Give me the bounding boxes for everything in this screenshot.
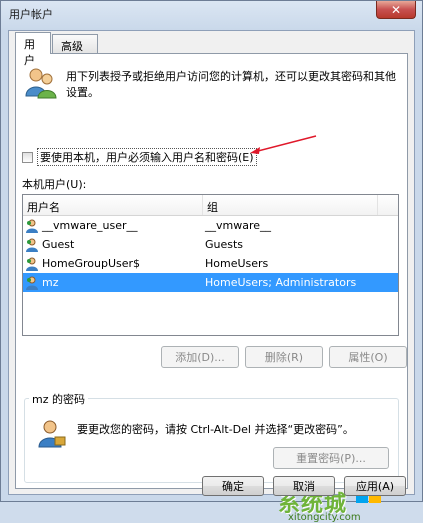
user-icon	[26, 219, 38, 233]
dialog-client: 用户 高级 用下列表授予或拒绝用户访问您的计算机，还可以更改其密码和其他设置。 …	[8, 30, 415, 523]
users-icon	[25, 68, 57, 99]
title-bar[interactable]: 用户帐户 ✕	[1, 1, 422, 25]
watermark-url: xitongcity.com	[288, 512, 361, 523]
cancel-button[interactable]: 取消	[273, 476, 335, 496]
username-cell: Guest	[42, 238, 75, 251]
require-login-checkbox-row[interactable]: 要使用本机，用户必须输入用户名和密码(E)	[22, 148, 257, 166]
table-row[interactable]: HomeGroupUser$ HomeUsers	[23, 254, 398, 273]
remove-user-button[interactable]: 删除(R)	[245, 346, 323, 368]
reset-password-button[interactable]: 重置密码(P)...	[273, 447, 389, 469]
tab-users[interactable]: 用户	[15, 32, 51, 67]
add-user-button[interactable]: 添加(D)...	[161, 346, 239, 368]
password-instructions: 要更改您的密码，请按 Ctrl-Alt-Del 并选择“更改密码”。	[77, 423, 354, 436]
users-list-header: 用户名 组	[23, 195, 398, 216]
table-row-selected[interactable]: mz HomeUsers; Administrators	[23, 273, 398, 292]
properties-button[interactable]: 属性(O)	[329, 346, 407, 368]
password-groupbox: mz 的密码 要更改您的密码，请按 Ctrl-Alt-Del 并选择“更改密码”…	[24, 391, 399, 483]
group-cell: __vmware__	[205, 219, 272, 232]
password-group-title: mz 的密码	[29, 391, 88, 407]
require-login-label[interactable]: 要使用本机，用户必须输入用户名和密码(E)	[37, 148, 257, 166]
table-row[interactable]: __vmware_user__ __vmware__	[23, 216, 398, 235]
user-accounts-window: 用户帐户 ✕ 用户 高级 用下列表授予或拒绝用户访问您的计算机，还可以更改其密码…	[0, 0, 423, 523]
local-users-label: 本机用户(U):	[22, 178, 87, 191]
user-icon	[26, 276, 38, 290]
group-cell: HomeUsers; Administrators	[205, 276, 357, 289]
intro-text: 用下列表授予或拒绝用户访问您的计算机，还可以更改其密码和其他设置。	[66, 70, 396, 99]
require-login-checkbox[interactable]	[22, 151, 33, 163]
red-arrow-annotation	[250, 135, 317, 154]
ok-button[interactable]: 确定	[202, 476, 264, 496]
group-cell: HomeUsers	[205, 257, 269, 270]
user-icon	[26, 257, 38, 271]
column-username[interactable]: 用户名	[23, 195, 203, 215]
user-icon	[26, 238, 38, 252]
users-tab-panel: 用下列表授予或拒绝用户访问您的计算机，还可以更改其密码和其他设置。 要使用本机，…	[15, 53, 408, 523]
column-group[interactable]: 组	[203, 195, 378, 215]
users-list[interactable]: 用户名 组 __vmware_user__ __vmware__ Guest G…	[22, 194, 399, 336]
close-icon: ✕	[390, 2, 402, 17]
window-title: 用户帐户	[9, 8, 53, 21]
user-password-icon	[38, 420, 66, 448]
username-cell: __vmware_user__	[42, 219, 138, 232]
tab-advanced[interactable]: 高级	[52, 34, 98, 54]
group-cell: Guests	[205, 238, 244, 251]
tab-advanced-label: 高级	[61, 40, 83, 53]
close-button[interactable]: ✕	[376, 1, 416, 19]
username-cell: HomeGroupUser$	[42, 257, 141, 270]
table-row[interactable]: Guest Guests	[23, 235, 398, 254]
apply-button[interactable]: 应用(A)	[344, 476, 406, 496]
tab-users-label: 用户	[24, 38, 35, 67]
username-cell: mz	[42, 276, 59, 289]
